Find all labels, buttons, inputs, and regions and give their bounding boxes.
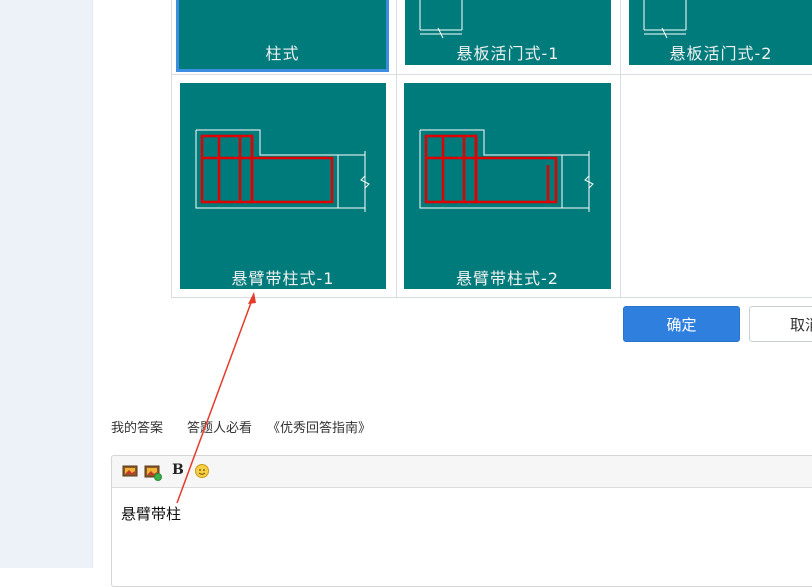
grid-divider <box>396 0 397 297</box>
confirm-button[interactable]: 确定 <box>623 306 740 342</box>
grid-divider <box>620 0 621 297</box>
template-drawing-icon <box>195 129 370 212</box>
multi-image-icon[interactable] <box>144 463 162 481</box>
template-tile-cantilever-pillar-2[interactable]: 悬臂带柱式-2 <box>404 83 611 289</box>
template-tile-pillar[interactable]: 柱式 <box>176 0 389 72</box>
editor-content[interactable]: 悬臂带柱 <box>121 503 181 524</box>
link-must-read[interactable]: 答题人必看 <box>187 417 252 436</box>
emoji-icon[interactable] <box>194 463 210 479</box>
bold-icon[interactable]: B <box>172 462 184 478</box>
template-label: 悬臂带柱式-1 <box>231 269 335 288</box>
image-icon[interactable] <box>122 463 138 479</box>
template-tile-hanging-flap-1[interactable]: 悬板活门式-1 <box>405 0 611 65</box>
template-label: 悬臂带柱式-2 <box>456 269 559 288</box>
template-label: 柱式 <box>265 44 300 63</box>
template-tile-cantilever-pillar-1[interactable]: 悬臂带柱式-1 <box>180 83 386 289</box>
page-left-gutter <box>0 0 93 568</box>
template-grid: 柱式 悬板活门式-1 悬板活门式-2 悬臂带柱式-1 悬臂带柱式-2 <box>171 0 812 298</box>
template-label: 悬板活门式-1 <box>456 44 560 63</box>
template-drawing-icon <box>419 129 594 212</box>
link-answer-guide[interactable]: 《优秀回答指南》 <box>267 417 371 436</box>
template-tile-hanging-flap-2[interactable]: 悬板活门式-2 <box>629 0 812 65</box>
grid-divider <box>172 74 812 75</box>
template-label: 悬板活门式-2 <box>669 44 773 63</box>
editor-toolbar: B <box>112 456 812 488</box>
answer-editor[interactable]: B 悬臂带柱 <box>111 455 812 587</box>
tab-my-answer[interactable]: 我的答案 <box>111 417 163 436</box>
cancel-button[interactable]: 取消 <box>749 306 812 342</box>
